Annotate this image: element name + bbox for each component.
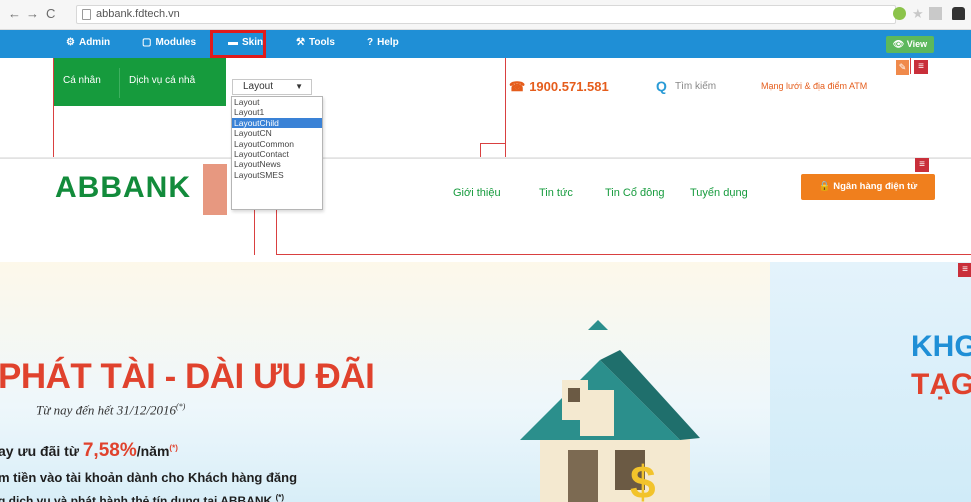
admin-menu[interactable]: ⚙ Admin (66, 37, 110, 48)
branch-atm-link[interactable]: Mạng lưới & địa điểm ATM (761, 81, 867, 91)
address-bar[interactable]: abbank.fdtech.vn (76, 5, 896, 24)
browser-toolbar: ← → C abbank.fdtech.vn ★ (0, 0, 971, 30)
search-input[interactable]: Tìm kiếm (675, 81, 716, 92)
page: ← → C abbank.fdtech.vn ★ ⚙ Admin ▢ Modules… (0, 0, 971, 502)
menu-icon[interactable]: ≡ (915, 158, 929, 172)
menu-icon[interactable]: ≡ (958, 263, 971, 277)
footnote-mark: (*) (169, 443, 178, 453)
dropdown-option[interactable]: LayoutCN (232, 128, 322, 138)
edit-outline (276, 210, 277, 255)
banner-rate: ay ưu đãi từ 7,58%/năm(*) (0, 440, 178, 462)
tools-menu[interactable]: ⚒ Tools (296, 37, 335, 48)
search-icon[interactable]: Q (656, 78, 667, 94)
dropdown-option[interactable]: Layout (232, 97, 322, 107)
edit-outline (910, 58, 911, 74)
edit-outline (505, 58, 506, 158)
banner-line-2: m tiền vào tài khoản dành cho Khách hàng… (0, 470, 298, 485)
gear-icon: ⚙ (66, 37, 75, 48)
tab-divider (119, 68, 120, 98)
dropdown-option[interactable]: LayoutSMES (232, 170, 322, 180)
extension-icon[interactable] (929, 7, 942, 20)
footnote-mark: (*) (275, 493, 285, 502)
help-icon: ? (367, 37, 374, 48)
edit-outline (53, 58, 54, 158)
layout-select-value: Layout (243, 81, 274, 92)
tools-icon: ⚒ (296, 37, 305, 48)
url-text: abbank.fdtech.vn (96, 8, 180, 20)
banner-line-3-text: g dịch vụ và phát hành thẻ tín dụng tại … (0, 494, 273, 502)
modules-menu[interactable]: ▢ Modules (142, 37, 196, 48)
divider (0, 157, 971, 158)
divider (0, 158, 971, 159)
extension-icon[interactable] (893, 7, 906, 20)
dropdown-option[interactable]: LayoutCommon (232, 139, 322, 149)
dropdown-option[interactable]: Layout1 (232, 107, 322, 117)
chevron-down-icon: ▼ (295, 82, 303, 91)
dropdown-option[interactable]: LayoutChild (232, 117, 322, 129)
skin-highlight-box (210, 30, 266, 58)
edit-outline (276, 254, 971, 255)
modules-icon: ▢ (142, 37, 152, 48)
edit-outline (480, 143, 505, 144)
rate-suffix: /năm (136, 443, 170, 459)
logo-edit-overlay[interactable] (203, 164, 227, 215)
menu-icon[interactable]: ≡ (914, 60, 928, 74)
view-button[interactable]: 👁 View (886, 36, 934, 53)
footnote-mark: (*) (175, 402, 186, 411)
tools-label: Tools (308, 37, 335, 48)
star-icon[interactable]: ★ (912, 7, 925, 20)
extension-icon[interactable] (952, 7, 965, 20)
banner-subtitle: Từ nay đến hết 31/12/2016(*) (36, 402, 185, 418)
edit-outline (254, 210, 255, 255)
admin-toolbar: ⚙ Admin ▢ Modules ▬ Skin ⚒ Tools ? Help (0, 30, 971, 58)
svg-text:$: $ (630, 456, 656, 502)
hotline-number: 1900.571.581 (529, 79, 609, 94)
nav-news[interactable]: Tin tức (539, 187, 573, 199)
admin-label: Admin (78, 37, 111, 48)
layout-dropdown-list: Layout Layout1 LayoutChild LayoutCN LayoutCo… (231, 96, 323, 210)
forward-button[interactable]: → (26, 6, 39, 22)
banner-title: PHÁT TÀI - DÀI ƯU ĐÃI (0, 357, 375, 396)
hotline[interactable]: ☎ 1900.571.581 (509, 79, 609, 95)
layout-select[interactable]: Layout ▼ (232, 79, 312, 95)
help-menu[interactable]: ? Help (367, 37, 399, 48)
abbank-logo[interactable]: ABBANK (55, 171, 191, 205)
rate-value: 7,58% (82, 440, 137, 461)
phone-icon: ☎ (509, 79, 526, 94)
tab-personal-services[interactable]: Dịch vụ cá nhâ (129, 75, 195, 86)
back-button[interactable]: ← (8, 6, 21, 22)
dropdown-option[interactable]: LayoutNews (232, 159, 322, 169)
pencil-icon[interactable]: ✎ (896, 60, 909, 75)
ebanking-button[interactable]: 🔒 Ngân hàng điện tử (801, 174, 935, 200)
banner-right-headline: KHG (911, 330, 971, 363)
banner-right-subheadline: TẠG (911, 368, 971, 401)
rate-prefix: ay ưu đãi từ (0, 443, 83, 459)
nav-careers[interactable]: Tuyển dụng (690, 187, 748, 199)
nav-about[interactable]: Giới thiệu (453, 187, 501, 199)
reload-button[interactable]: C (46, 6, 55, 22)
banner-line-3: g dịch vụ và phát hành thẻ tín dụng tại … (0, 493, 284, 502)
modules-label: Modules (155, 37, 197, 48)
banner-subtitle-text: Từ nay đến hết 31/12/2016 (36, 402, 176, 418)
help-label: Help (377, 37, 399, 48)
customer-tabs: Cá nhân Dịch vụ cá nhâ (53, 58, 226, 106)
dropdown-option[interactable]: LayoutContact (232, 149, 322, 159)
house-illustration: $ (520, 320, 700, 502)
nav-shareholder-news[interactable]: Tin Cổ đông (605, 187, 665, 199)
tab-personal[interactable]: Cá nhân (63, 75, 101, 86)
edit-outline (480, 143, 481, 158)
page-icon (82, 9, 91, 20)
